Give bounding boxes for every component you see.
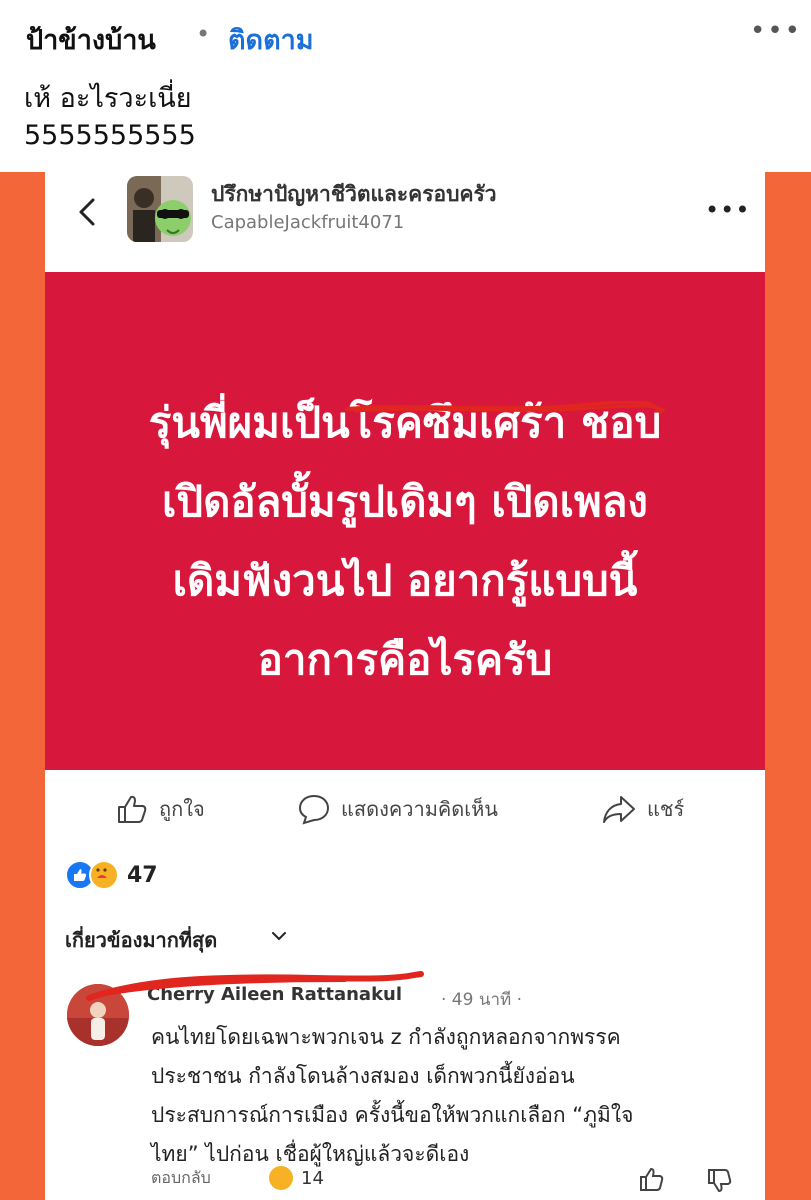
more-options-icon[interactable]: ••• xyxy=(750,16,802,46)
post-header: ป้าข้างบ้าน • ติดตาม ••• เห้ อะไรวะเนี่ย… xyxy=(0,0,811,172)
comment-bubble-icon xyxy=(298,794,330,825)
banner-line-3: เดิมฟังวนไป อยากรู้แบบนี้ xyxy=(172,556,638,605)
back-arrow-icon xyxy=(79,198,95,226)
thumbs-down-icon[interactable] xyxy=(707,1168,733,1194)
post-caption-line-2: 5555555555 xyxy=(24,120,196,151)
banner-line-4: อาการคือไรครับ xyxy=(257,635,553,684)
post-author-name[interactable]: ป้าข้างบ้าน xyxy=(26,18,156,61)
comment-sort-dropdown[interactable]: เกี่ยวข้องมากที่สุด xyxy=(65,924,217,956)
follow-button[interactable]: ติดตาม xyxy=(228,18,314,61)
thumbs-up-icon xyxy=(118,795,147,823)
care-reaction-icon xyxy=(89,860,119,890)
reaction-count: 47 xyxy=(127,862,158,888)
share-button[interactable]: แชร์ xyxy=(601,792,684,826)
share-arrow-icon xyxy=(603,796,635,823)
comment-line-2: ประชาชน กำลังโดนล้างสมอง เด็กพวกนี้ยังอ่… xyxy=(151,1064,575,1088)
shared-more-icon[interactable]: ••• xyxy=(705,196,750,224)
comment-line-1: คนไทยโดยเฉพาะพวกเจน z กำลังถูกหลอกจากพรร… xyxy=(151,1025,621,1049)
post-banner: รุ่นพี่ผมเป็นโรคซึมเศร้า ชอบ เปิดอัลบั้ม… xyxy=(45,272,765,770)
thumbs-up-icon[interactable] xyxy=(639,1166,665,1192)
comment-button[interactable]: แสดงความคิดเห็น xyxy=(297,792,498,826)
post-caption-line-1: เห้ อะไรวะเนี่ย xyxy=(24,83,192,114)
group-username[interactable]: CapableJackfruit4071 xyxy=(211,212,404,233)
like-button[interactable]: ถูกใจ xyxy=(115,792,205,826)
banner-line-1: รุ่นพี่ผมเป็นโรคซึมเศร้า ชอบ xyxy=(148,398,662,447)
laugh-reaction-icon xyxy=(269,1166,293,1190)
comment-reactions[interactable]: 14 xyxy=(269,1166,324,1190)
shared-screenshot[interactable]: ปรึกษาปัญหาชีวิตและครอบครัว CapableJackf… xyxy=(45,172,765,1200)
comment-line-3: ประสบการณ์การเมือง ครั้งนี้ขอให้พวกแกเลื… xyxy=(151,1103,634,1127)
chevron-down-icon[interactable] xyxy=(271,928,287,944)
comment-reaction-count: 14 xyxy=(301,1167,324,1189)
group-name[interactable]: ปรึกษาปัญหาชีวิตและครอบครัว xyxy=(211,178,497,211)
comment-body: คนไทยโดยเฉพาะพวกเจน z กำลังถูกหลอกจากพรร… xyxy=(151,1018,741,1174)
comment-label: แสดงความคิดเห็น xyxy=(341,797,498,821)
comment-time: · 49 นาที · xyxy=(441,990,523,1010)
group-avatar xyxy=(127,176,193,242)
red-scribble-over-name xyxy=(86,971,424,1001)
reaction-summary[interactable]: 47 xyxy=(65,860,158,890)
action-bar: ถูกใจ แสดงความคิดเห็น แชร์ xyxy=(45,782,765,834)
reply-button[interactable]: ตอบกลับ xyxy=(151,1166,211,1191)
red-strike-scribble xyxy=(345,401,665,414)
share-label: แชร์ xyxy=(647,797,685,821)
like-label: ถูกใจ xyxy=(159,797,205,821)
banner-line-2: เปิดอัลบั้มรูปเดิมๆ เปิดเพลง xyxy=(162,477,648,526)
separator-dot: • xyxy=(196,20,211,48)
